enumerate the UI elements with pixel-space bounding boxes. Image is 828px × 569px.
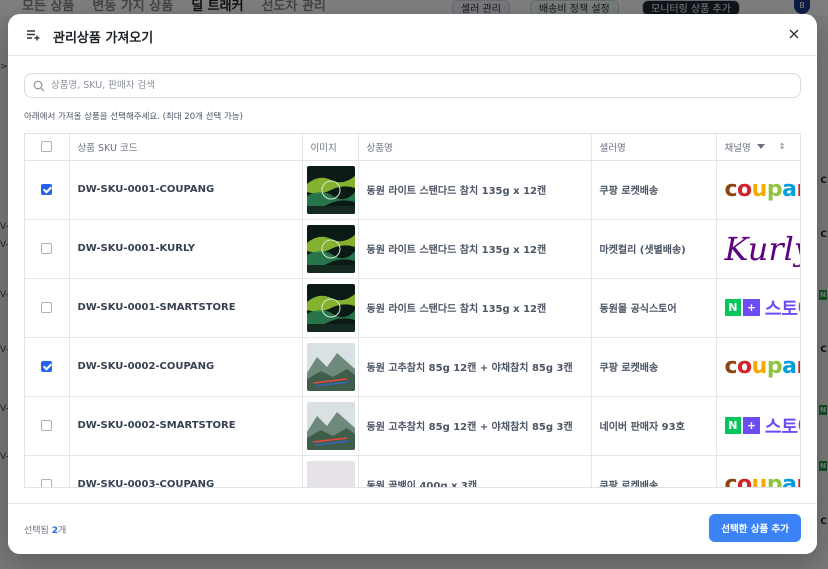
column-header-name: 상품명 xyxy=(358,134,592,161)
image-cell xyxy=(302,278,359,338)
coupang-logo: coupang xyxy=(724,176,801,202)
product-image xyxy=(306,165,355,214)
sku-cell: DW-SKU-0003-COUPANG xyxy=(69,455,303,487)
table-row[interactable]: DW-SKU-0002-SMARTSTORE 동원 고추참치 85g 12캔 + … xyxy=(25,396,800,456)
row-checkbox-cell xyxy=(25,160,70,220)
select-all-checkbox[interactable] xyxy=(41,141,53,153)
playlist-add-icon xyxy=(27,30,40,41)
modal-title: 관리상품 가져오기 xyxy=(53,31,154,46)
column-header-channel-label: 채널명 xyxy=(724,142,751,154)
product-name-cell: 동원 고추참치 85g 12캔 + 야채참치 85g 3캔 xyxy=(358,396,592,456)
search-icon xyxy=(33,80,45,92)
row-checkbox[interactable] xyxy=(41,183,53,195)
naver-store-text: 스토어 xyxy=(764,298,800,320)
seller-cell: 동원몰 공식스토어 xyxy=(591,278,717,338)
modal-footer: 선택됨 2개 선택한 상품 추가 xyxy=(8,503,817,554)
channel-cell: Kurly xyxy=(716,219,801,279)
select-all-cell xyxy=(25,134,70,161)
naver-store-text: 스토어 xyxy=(764,416,800,438)
seller-cell: 마켓컬리 (샛별배송) xyxy=(591,219,717,279)
product-name-cell: 동원 라이트 스탠다드 참치 135g x 12캔 xyxy=(358,160,592,220)
channel-cell: coupang xyxy=(716,337,801,397)
row-checkbox[interactable] xyxy=(41,478,53,487)
coupang-logo: coupang xyxy=(724,471,801,488)
sku-cell: DW-SKU-0001-SMARTSTORE xyxy=(69,278,303,338)
row-checkbox-cell xyxy=(25,219,70,279)
table-row[interactable]: DW-SKU-0002-COUPANG 동원 고추참치 85g 12캔 + 야채참… xyxy=(25,337,801,397)
naver-smartstore-logo: N+스토어 xyxy=(724,406,800,446)
sku-cell: DW-SKU-0002-SMARTSTORE xyxy=(69,396,303,456)
product-name-cell: 동원 라이트 스탠다드 참치 135g x 12캔 xyxy=(358,278,592,338)
column-header-sku: 상품 SKU 코드 xyxy=(69,134,303,161)
row-checkbox-cell xyxy=(25,337,70,397)
image-cell xyxy=(302,396,359,456)
search-input[interactable] xyxy=(51,74,791,97)
seller-cell: 네이버 판매자 93호 xyxy=(591,396,717,456)
naver-plus-mark: + xyxy=(743,417,760,434)
selected-count-text: 선택됨 2개 xyxy=(24,523,66,536)
naver-n-mark: N xyxy=(724,417,742,434)
seller-cell: 쿠팡 로켓배송 xyxy=(591,337,717,397)
naver-smartstore-logo: N+스토어 xyxy=(724,288,800,328)
naver-plus-mark: + xyxy=(743,299,760,316)
modal-header: 관리상품 가져오기 xyxy=(8,14,817,56)
product-image xyxy=(306,283,355,332)
product-table: 상품 SKU 코드 이미지 상품명 셀러명 채널명 ⇕ DW-SKU-0001-… xyxy=(25,134,801,488)
product-image xyxy=(306,224,355,273)
row-checkbox-cell xyxy=(25,455,70,487)
channel-cell: N+스토어 xyxy=(716,396,800,456)
selected-prefix: 선택됨 xyxy=(24,526,49,536)
product-table-container[interactable]: 상품 SKU 코드 이미지 상품명 셀러명 채널명 ⇕ DW-SKU-0001-… xyxy=(24,133,801,488)
caret-down-icon[interactable] xyxy=(756,143,765,150)
import-products-modal: 관리상품 가져오기 아래에서 가져올 상품을 선택해주세요. (최대 20개 선… xyxy=(8,14,817,554)
product-name-cell: 동원 골뱅이 400g x 3캔 xyxy=(358,455,592,487)
column-header-seller: 셀러명 xyxy=(591,134,717,161)
column-header-channel[interactable]: 채널명 ⇕ xyxy=(716,134,800,161)
table-row[interactable]: DW-SKU-0001-SMARTSTORE 동원 라이트 스탠다드 참치 135… xyxy=(25,278,800,338)
table-header-row: 상품 SKU 코드 이미지 상품명 셀러명 채널명 ⇕ xyxy=(25,134,800,161)
image-cell xyxy=(302,337,359,397)
sku-cell: DW-SKU-0002-COUPANG xyxy=(69,337,303,397)
table-row[interactable]: DW-SKU-0001-COUPANG 동원 라이트 스탠다드 참치 135g x… xyxy=(25,160,801,220)
row-checkbox-cell xyxy=(25,396,70,456)
row-checkbox[interactable] xyxy=(41,301,53,313)
seller-cell: 쿠팡 로켓배송 xyxy=(591,160,717,220)
row-checkbox[interactable] xyxy=(41,419,53,431)
seller-cell: 쿠팡 로켓배송 xyxy=(591,455,717,487)
product-image xyxy=(306,460,355,487)
image-cell xyxy=(302,455,359,487)
table-row[interactable]: DW-SKU-0003-COUPANG 동원 골뱅이 400g x 3캔 쿠팡 로켓… xyxy=(25,455,801,488)
close-icon[interactable] xyxy=(787,27,801,41)
product-image xyxy=(306,342,355,391)
kurly-logo: Kurly xyxy=(724,229,801,268)
search-box xyxy=(24,73,801,98)
sort-updown-icon[interactable]: ⇕ xyxy=(779,142,786,151)
product-name-cell: 동원 고추참치 85g 12캔 + 야채참치 85g 3캔 xyxy=(358,337,592,397)
product-name-cell: 동원 라이트 스탠다드 참치 135g x 12캔 xyxy=(358,219,592,279)
selected-suffix: 개 xyxy=(57,526,67,536)
image-cell xyxy=(302,160,359,220)
image-cell xyxy=(302,219,359,279)
channel-cell: coupang xyxy=(716,160,801,220)
sku-cell: DW-SKU-0001-KURLY xyxy=(69,219,303,279)
product-image xyxy=(306,401,355,450)
sku-cell: DW-SKU-0001-COUPANG xyxy=(69,160,303,220)
selection-hint: 아래에서 가져올 상품을 선택해주세요. (최대 20개 선택 가능) xyxy=(24,112,243,122)
coupang-logo: coupang xyxy=(724,353,801,379)
channel-cell: coupang xyxy=(716,455,801,488)
add-selected-button[interactable]: 선택한 상품 추가 xyxy=(709,514,801,542)
channel-cell: N+스토어 xyxy=(716,278,800,338)
table-row[interactable]: DW-SKU-0001-KURLY 동원 라이트 스탠다드 참치 135g x 1… xyxy=(25,219,801,279)
row-checkbox-cell xyxy=(25,278,70,338)
row-checkbox[interactable] xyxy=(41,242,53,254)
column-header-image: 이미지 xyxy=(302,134,359,161)
row-checkbox[interactable] xyxy=(41,360,53,372)
naver-n-mark: N xyxy=(724,299,742,316)
